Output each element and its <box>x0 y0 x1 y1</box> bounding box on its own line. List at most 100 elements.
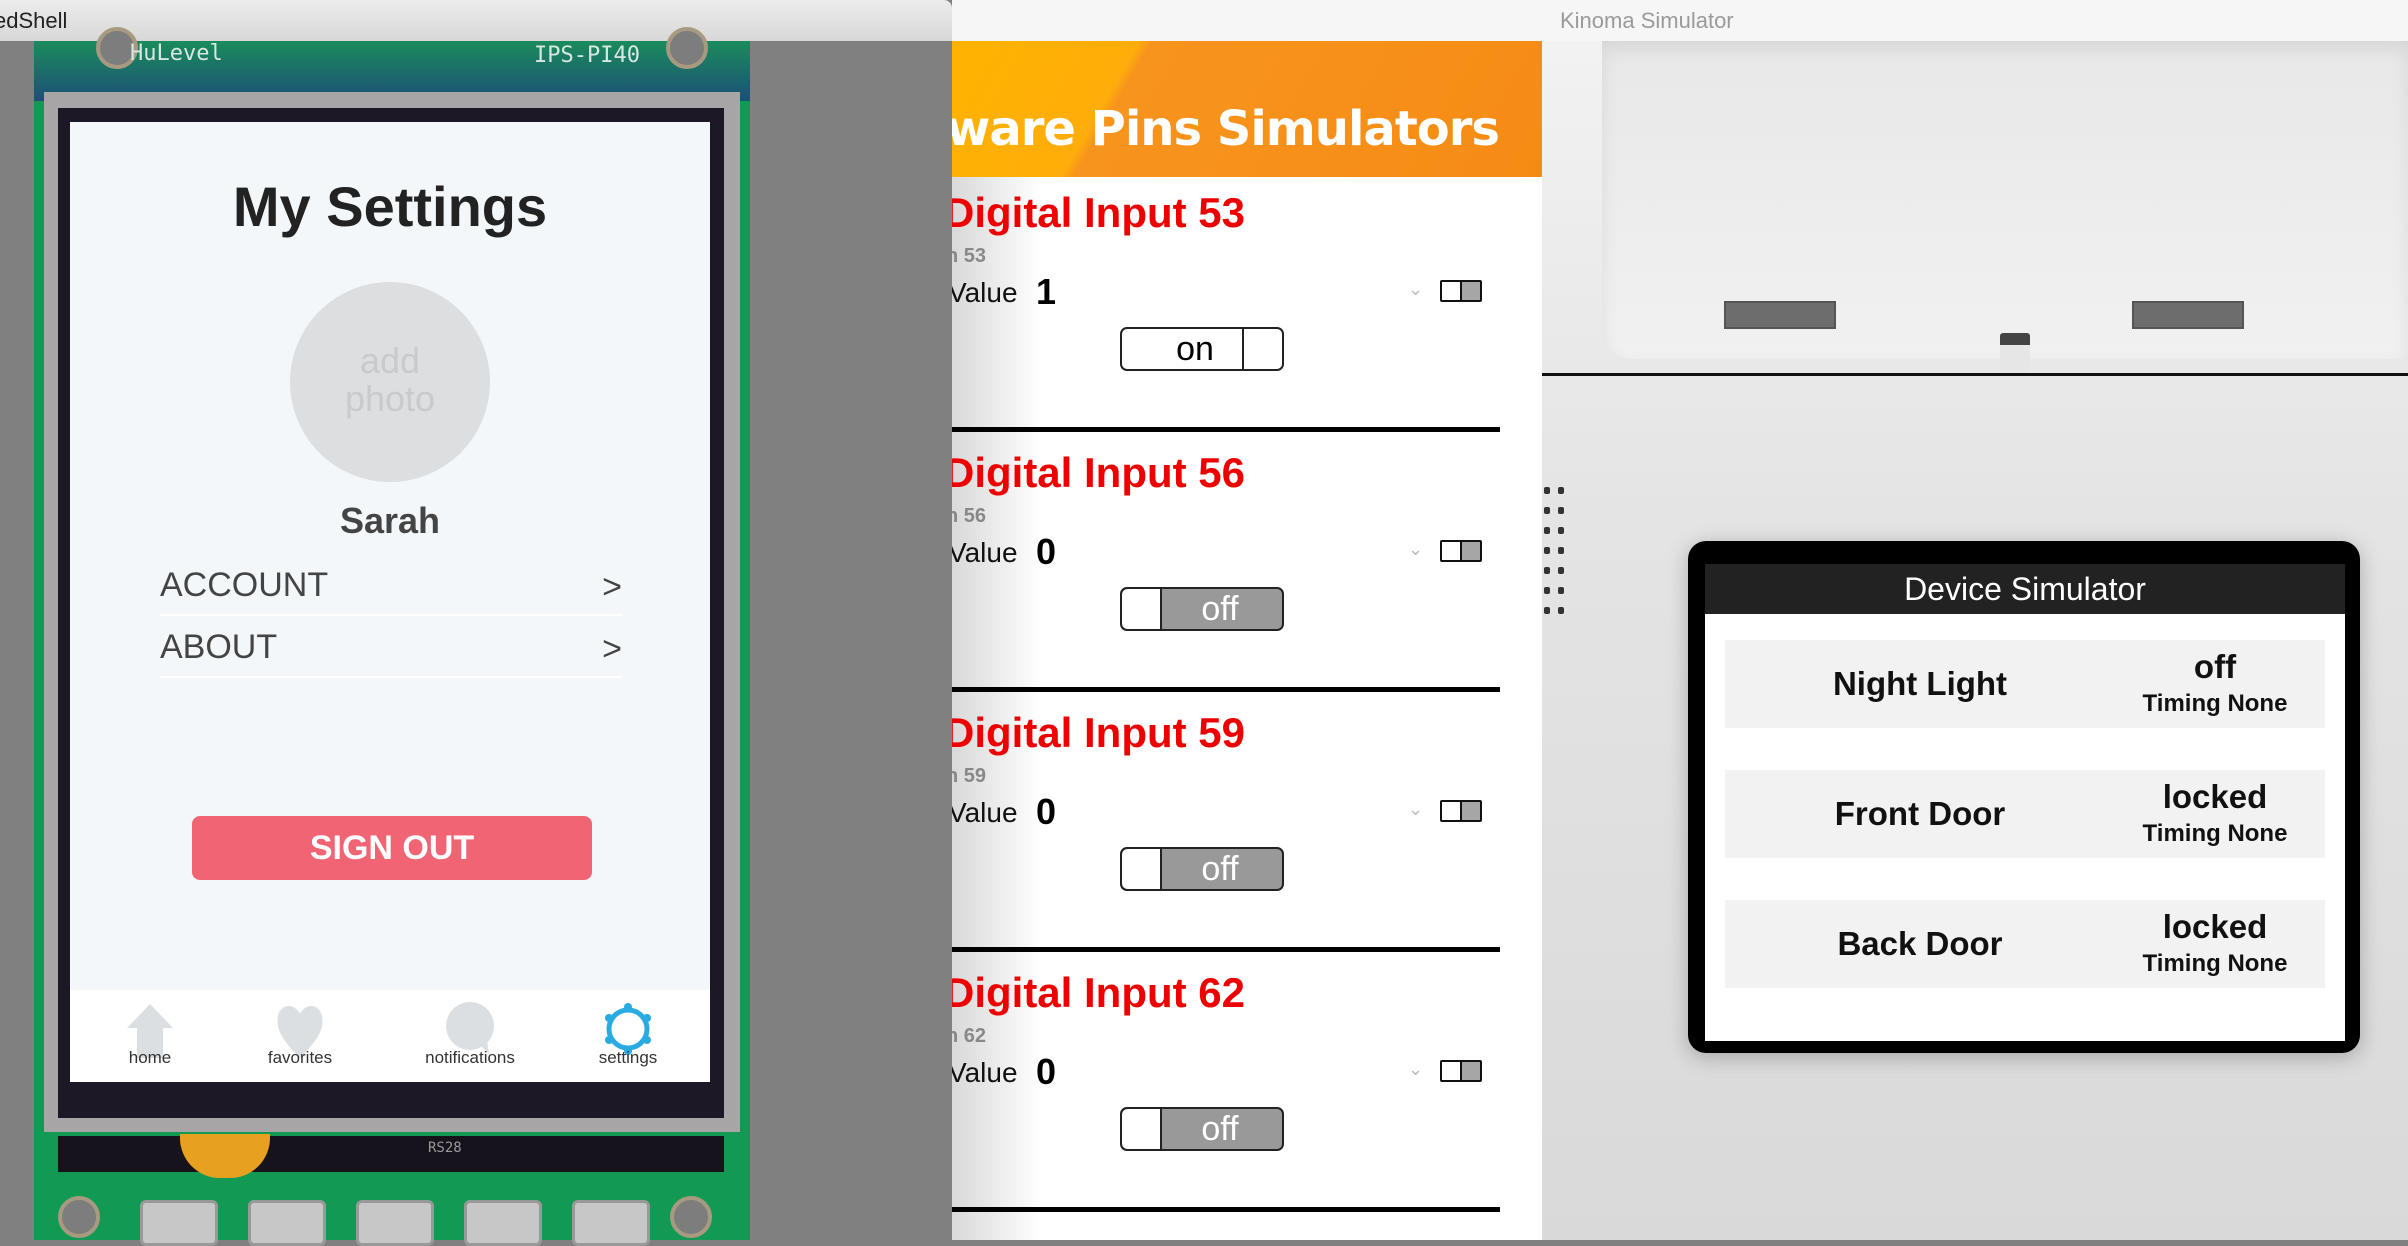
hardware-button[interactable] <box>356 1200 434 1246</box>
device-simulator-panel: Device Simulator Night Light off Timing … <box>1542 41 2408 1240</box>
device-state: locked <box>2162 908 2268 945</box>
mode-toggle[interactable] <box>1440 800 1482 822</box>
pins-header: ware Pins Simulators <box>952 41 1542 177</box>
left-window-title: edShell <box>0 8 68 33</box>
avatar-placeholder-text: add <box>359 340 421 381</box>
connector-right <box>2132 301 2244 329</box>
tab-home[interactable]: home <box>70 990 230 1082</box>
chevron-down-icon[interactable]: ⌄ <box>1408 539 1423 560</box>
pin-title: Digital Input 53 <box>952 189 1246 236</box>
device-state: off <box>2193 648 2237 685</box>
pin-subtitle: n 62 <box>952 1025 987 1047</box>
pins-simulator-panel: ware Pins Simulators Digital Input 53 n … <box>952 41 1542 1240</box>
flex-cable-strip: RS28 <box>58 1136 724 1172</box>
device-timing: Timing None <box>2142 950 2288 977</box>
menu-item-label: ABOUT <box>160 628 278 666</box>
tab-notifications[interactable]: notifications <box>390 990 550 1082</box>
avatar-add-photo[interactable]: add photo <box>290 282 490 482</box>
pin-title: Digital Input 59 <box>952 709 1246 756</box>
pin-value-label: Value <box>952 1057 1018 1088</box>
pins-header-title: ware Pins Simulators <box>952 101 1500 157</box>
pin-title: Digital Input 62 <box>952 969 1246 1016</box>
pin-value-label: Value <box>952 537 1018 568</box>
pin-value: 0 <box>1036 531 1057 572</box>
mode-toggle[interactable] <box>1440 1060 1482 1082</box>
chevron-right-icon: > <box>602 568 622 606</box>
divider <box>952 1207 1500 1212</box>
menu-item-about[interactable]: ABOUT > <box>160 614 622 678</box>
divider <box>1542 373 2408 376</box>
speaker-grille <box>1542 487 1572 647</box>
switch-knob[interactable] <box>1122 589 1162 629</box>
pin-switch[interactable]: off <box>1120 847 1284 891</box>
pcb-label-left: HuLevel <box>130 41 223 66</box>
pin-item: Digital Input 53 n 53 Value 1 ⌄ on <box>952 177 1542 437</box>
pin-subtitle: n 53 <box>952 245 987 267</box>
chevron-down-icon[interactable]: ⌄ <box>1408 279 1423 300</box>
pin-value: 0 <box>1036 791 1057 832</box>
tab-label: home <box>128 1048 172 1067</box>
switch-knob[interactable] <box>1122 1109 1162 1149</box>
device-simulator-screen: Device Simulator Night Light off Timing … <box>1705 564 2345 1041</box>
switch-label: off <box>1201 1110 1239 1148</box>
pcb-label-right: IPS-PI40 <box>534 43 640 68</box>
mode-toggle[interactable] <box>1440 280 1482 302</box>
chevron-right-icon: > <box>602 630 622 668</box>
menu-item-account[interactable]: ACCOUNT > <box>160 552 622 616</box>
app-screen: My Settings add photo Sarah ACCOUNT > AB… <box>70 122 710 1082</box>
tab-settings[interactable]: settings <box>548 990 708 1082</box>
divider <box>952 687 1500 692</box>
device-timing: Timing None <box>2142 820 2288 847</box>
chevron-down-icon[interactable]: ⌄ <box>1408 799 1423 820</box>
pin-switch[interactable]: off <box>1120 587 1284 631</box>
switch-label: off <box>1201 850 1239 888</box>
mode-toggle[interactable] <box>1440 540 1482 562</box>
hardware-button[interactable] <box>248 1200 326 1246</box>
pin-subtitle: n 56 <box>952 505 987 527</box>
switch-knob[interactable] <box>1122 849 1162 889</box>
pin-switch[interactable]: off <box>1120 1107 1284 1151</box>
pin-item: Digital Input 56 n 56 Value 0 ⌄ off <box>952 437 1542 697</box>
connector-left <box>1724 301 1836 329</box>
device-top-recess <box>1602 41 2408 359</box>
mount-hole <box>58 1196 100 1238</box>
tab-label: settings <box>598 1048 658 1067</box>
pin-value: 0 <box>1036 1051 1057 1092</box>
page-title: My Settings <box>232 175 548 238</box>
sign-out-button[interactable]: SIGN OUT <box>192 816 592 880</box>
led-indicator <box>2000 333 2030 373</box>
hardware-button[interactable] <box>140 1200 218 1246</box>
device-row-front-door[interactable]: Front Door locked Timing None <box>1725 770 2325 858</box>
device-timing: Timing None <box>2142 690 2288 717</box>
left-window-titlebar[interactable]: edShell <box>0 0 952 42</box>
divider <box>952 947 1500 952</box>
pin-subtitle: n 59 <box>952 765 987 787</box>
pin-item: Digital Input 59 n 59 Value 0 ⌄ off <box>952 697 1542 957</box>
tab-favorites[interactable]: favorites <box>220 990 380 1082</box>
pin-switch[interactable]: on <box>1120 327 1284 371</box>
mount-hole <box>666 27 708 69</box>
divider <box>952 427 1500 432</box>
pin-title: Digital Input 56 <box>952 449 1246 496</box>
device-state: locked <box>2162 778 2268 815</box>
switch-knob[interactable] <box>1242 329 1282 369</box>
mount-hole <box>670 1196 712 1238</box>
device-row-night-light[interactable]: Night Light off Timing None <box>1725 640 2325 728</box>
right-window-title: Kinoma Simulator <box>1560 8 1734 33</box>
switch-label: on <box>1176 330 1214 368</box>
pin-value-label: Value <box>952 277 1018 308</box>
chevron-down-icon[interactable]: ⌄ <box>1408 1059 1423 1080</box>
tab-label: notifications <box>425 1048 515 1067</box>
hardware-button[interactable] <box>572 1200 650 1246</box>
device-name: Night Light <box>1832 665 2008 702</box>
user-name: Sarah <box>339 500 441 541</box>
device-name: Back Door <box>1837 925 2003 962</box>
right-window-titlebar[interactable]: Kinoma Simulator <box>952 0 2408 42</box>
device-simulator-frame: Device Simulator Night Light off Timing … <box>1688 541 2360 1053</box>
hardware-button[interactable] <box>464 1200 542 1246</box>
avatar-placeholder-text: photo <box>344 378 436 419</box>
pcb-label-bottom: RS28 <box>428 1140 462 1156</box>
switch-label: off <box>1201 590 1239 628</box>
device-name: Front Door <box>1834 795 2006 832</box>
device-row-back-door[interactable]: Back Door locked Timing None <box>1725 900 2325 988</box>
